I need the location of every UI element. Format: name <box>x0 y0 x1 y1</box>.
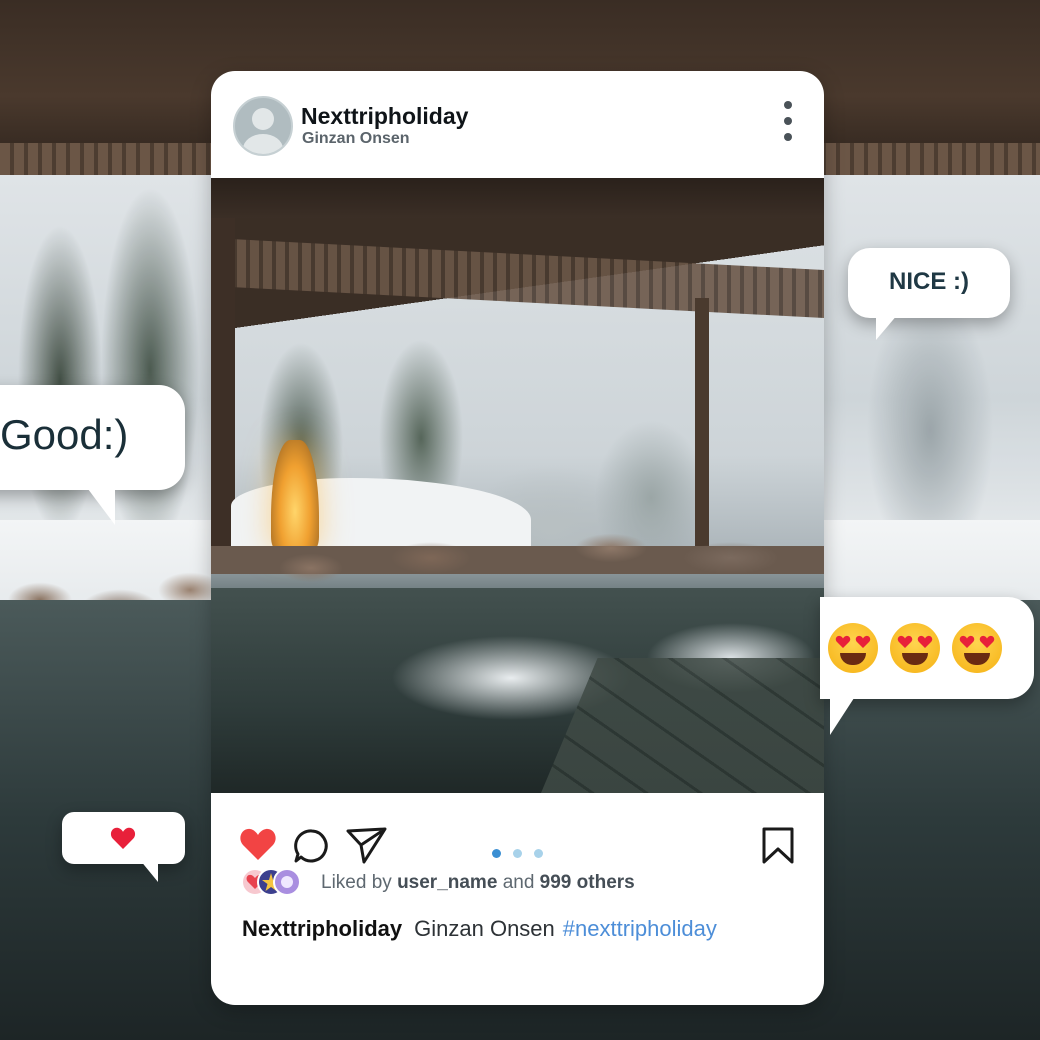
carousel-dot-2[interactable] <box>513 849 522 858</box>
comment-bubble-good: Good:) <box>0 385 185 525</box>
bubble-tail <box>876 314 898 340</box>
caption-hashtag[interactable]: #nexttripholiday <box>563 916 717 941</box>
liker-username[interactable]: user_name <box>397 872 497 893</box>
bubble-nice-text: NICE :) <box>889 268 969 295</box>
likes-text: Liked by user_name and 999 others <box>321 872 635 894</box>
avatar-head <box>252 108 274 130</box>
comment-bubble-heart <box>62 812 185 882</box>
comment-bubble-nice: NICE :) <box>848 248 1010 340</box>
carousel-indicator <box>492 843 555 862</box>
heart-eyes-emoji-icon <box>952 623 1002 673</box>
avatar-body <box>243 134 283 154</box>
liker-avatar <box>273 868 301 896</box>
comment-bubble-emoji <box>820 597 1034 735</box>
post-photo[interactable] <box>211 178 824 793</box>
comment-icon[interactable] <box>293 828 331 864</box>
bubble-tail <box>830 695 856 735</box>
heart-eyes-emoji-icon <box>890 623 940 673</box>
caption-username[interactable]: Nexttripholiday <box>242 916 402 941</box>
likes-others-count[interactable]: 999 others <box>540 872 635 893</box>
bubble-tail <box>85 485 115 525</box>
bubble-tail <box>140 860 158 882</box>
likes-joiner: and <box>502 872 535 893</box>
heart-eyes-emoji-icon <box>828 623 878 673</box>
post-location[interactable]: Ginzan Onsen <box>302 130 410 148</box>
photo-rocks <box>211 518 824 598</box>
post-header: Nexttripholiday Ginzan Onsen <box>211 71 824 178</box>
caption-text: Ginzan Onsen <box>414 916 555 941</box>
heart-icon <box>110 827 136 849</box>
bubble-good-text: Good:) <box>0 411 129 458</box>
post-username[interactable]: Nexttripholiday <box>301 103 468 130</box>
share-icon[interactable] <box>346 827 388 865</box>
bookmark-icon[interactable] <box>761 827 795 865</box>
carousel-dot-1[interactable] <box>492 849 501 858</box>
post-actions <box>211 793 824 865</box>
likes-prefix: Liked by <box>321 872 392 893</box>
heart-icon[interactable] <box>239 827 277 861</box>
avatar[interactable] <box>233 96 293 156</box>
post-card: Nexttripholiday Ginzan Onsen Liked by us… <box>211 71 824 1005</box>
more-options-icon[interactable] <box>781 101 795 149</box>
carousel-dot-3[interactable] <box>534 849 543 858</box>
post-caption: Nexttripholiday Ginzan Onsen #nexttripholi… <box>242 916 717 942</box>
